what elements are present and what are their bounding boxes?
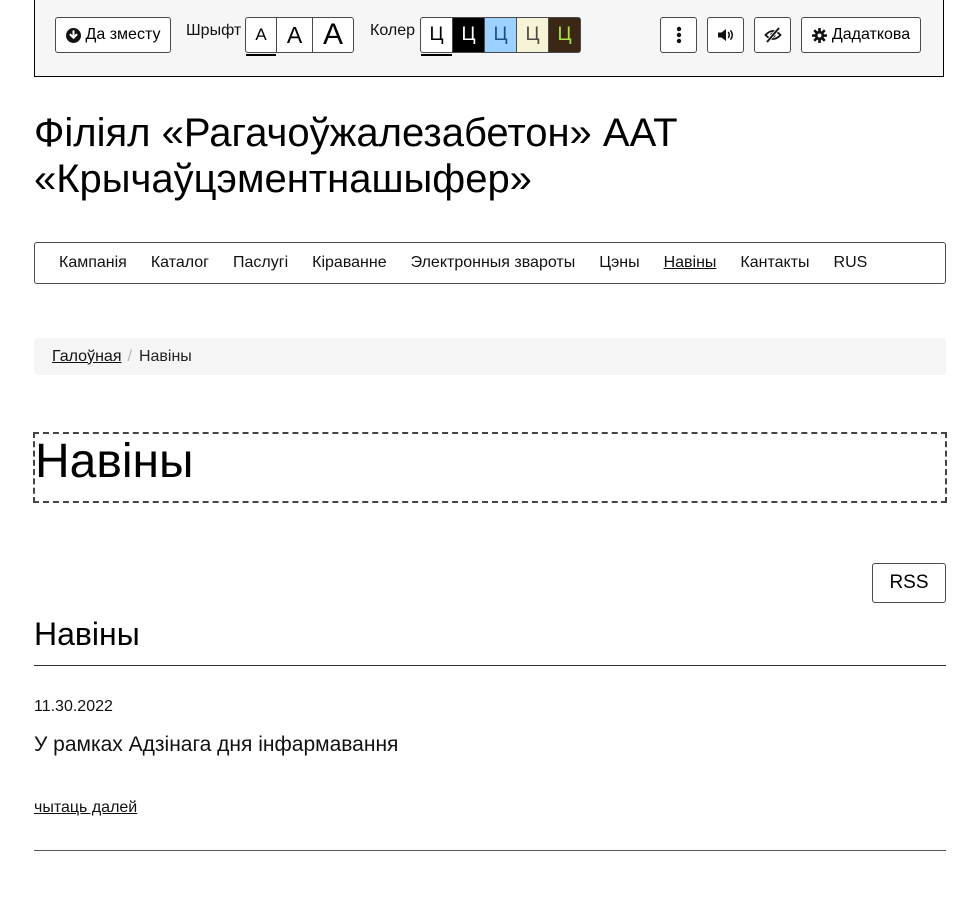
eye-slash-icon <box>763 27 782 43</box>
rss-button[interactable]: RSS <box>872 563 946 603</box>
arrow-down-circle-icon <box>65 27 81 43</box>
color-scheme-black-button[interactable]: Ц <box>452 17 485 53</box>
main-navigation: Кампанія Каталог Паслугі Кіраванне Элект… <box>34 242 946 284</box>
nav-item-catalog[interactable]: Каталог <box>151 254 209 272</box>
news-item-divider <box>34 850 946 851</box>
read-more-link[interactable]: чытаць далей <box>34 799 137 817</box>
breadcrumb-separator: / <box>127 347 132 365</box>
nav-item-electronic-appeals[interactable]: Электронныя звароты <box>411 254 576 272</box>
breadcrumb-home-link[interactable]: Галоўная <box>52 348 121 366</box>
font-size-small-button[interactable]: A <box>245 17 277 56</box>
nav-item-management[interactable]: Кіраванне <box>312 254 386 272</box>
accessibility-toolbar: Да зместу Шрыфт A A A Колер Ц Ц Ц Ц Ц Да… <box>34 0 944 77</box>
sound-button[interactable] <box>707 17 744 53</box>
font-size-label: Шрыфт <box>186 22 242 39</box>
nav-item-news[interactable]: Навіны <box>664 254 717 272</box>
additional-settings-button[interactable]: Дадаткова <box>801 17 921 53</box>
vertical-dots-icon <box>676 26 682 44</box>
font-size-large-button[interactable]: A <box>312 17 354 53</box>
news-title: У рамках Адзінага дня інфармавання <box>34 733 399 756</box>
color-scheme-selector: Ц Ц Ц Ц Ц <box>420 17 581 56</box>
breadcrumb: Галоўная / Навіны <box>34 338 946 375</box>
section-divider <box>34 665 946 666</box>
menu-button[interactable] <box>660 17 697 53</box>
nav-item-contacts[interactable]: Кантакты <box>740 254 809 272</box>
news-section-heading: Навіны <box>34 616 140 652</box>
nav-item-language-rus[interactable]: RUS <box>834 254 868 272</box>
color-scheme-brown-button[interactable]: Ц <box>548 17 581 53</box>
speaker-icon <box>717 28 735 42</box>
page-title: Навіны <box>35 435 194 488</box>
nav-item-prices[interactable]: Цэны <box>599 254 639 272</box>
additional-settings-label: Дадаткова <box>831 26 911 43</box>
nav-item-company[interactable]: Кампанія <box>59 254 127 272</box>
font-size-medium-button[interactable]: A <box>276 17 313 53</box>
skip-to-content-button[interactable]: Да зместу <box>55 17 171 53</box>
breadcrumb-current: Навіны <box>138 347 192 365</box>
page-heading-focus-outline: Навіны <box>33 432 947 503</box>
font-size-selector: A A A <box>245 17 354 56</box>
color-scheme-beige-button[interactable]: Ц <box>516 17 549 53</box>
toggle-images-button[interactable] <box>754 17 791 53</box>
site-title: Філіял «Рагачоўжалезабетон» ААТ «Крычаўц… <box>34 111 678 201</box>
nav-item-services[interactable]: Паслугі <box>233 254 288 272</box>
color-scheme-blue-button[interactable]: Ц <box>484 17 517 53</box>
color-scheme-label: Колер <box>370 22 415 39</box>
gear-icon <box>811 27 827 43</box>
color-scheme-white-button[interactable]: Ц <box>420 17 453 56</box>
skip-to-content-label: Да зместу <box>85 26 161 43</box>
news-date: 11.30.2022 <box>34 698 113 715</box>
